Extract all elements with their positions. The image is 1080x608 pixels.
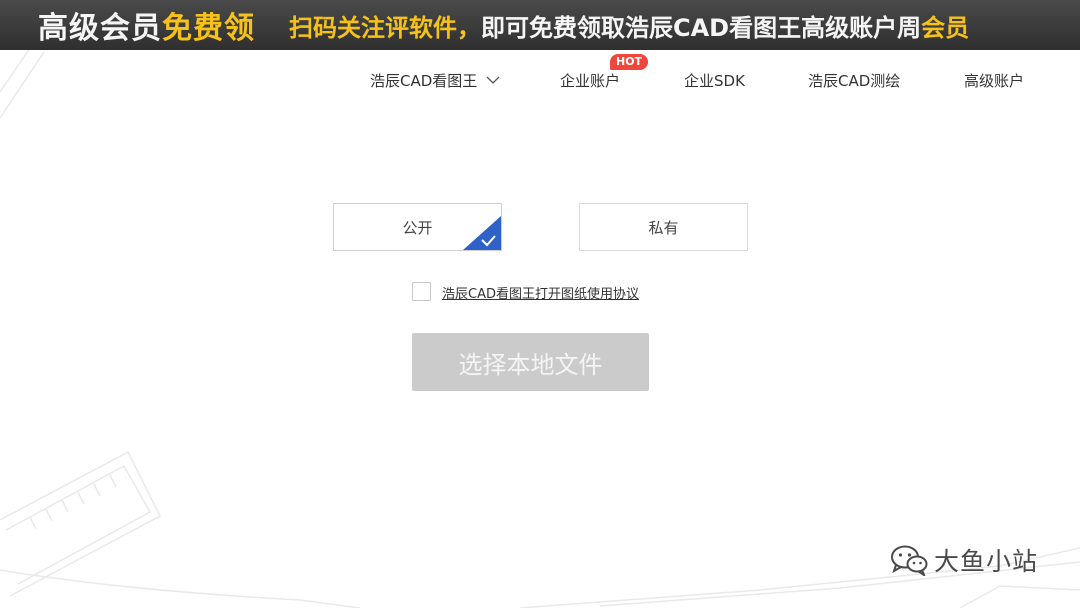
nav-item-survey[interactable]: 浩辰CAD测绘 [808, 70, 900, 91]
banner-title-highlight: 免费领 [162, 11, 255, 46]
nav-item-premium-account[interactable]: 高级账户 [964, 70, 1024, 91]
agreement-link[interactable]: 浩辰CAD看图王打开图纸使用协议 [442, 283, 639, 302]
watermark: 大鱼小站 [890, 540, 1038, 580]
agreement-checkbox[interactable] [412, 282, 431, 301]
chevron-down-icon [486, 76, 500, 84]
nav-item-enterprise-account[interactable]: 企业账户 [560, 70, 620, 91]
public-option-label: 公开 [402, 218, 433, 237]
watermark-text: 大鱼小站 [934, 547, 1039, 576]
private-option-label: 私有 [648, 218, 679, 237]
nav-item-enterprise-sdk[interactable]: 企业SDK [684, 70, 745, 91]
wechat-icon [891, 545, 928, 576]
private-option[interactable]: 私有 [579, 203, 748, 251]
promo-banner[interactable]: 高级会员 免费领 扫码关注评软件， 即可免费领取浩辰CAD看图王高级账户周 会员 [0, 0, 1080, 50]
nav-item-viewer-label: 浩辰CAD看图王 [370, 72, 478, 90]
banner-subtitle: 即可免费领取浩辰CAD看图王高级账户周 [481, 13, 922, 42]
select-local-file-button[interactable]: 选择本地文件 [412, 333, 649, 391]
banner-subtitle-highlight: 扫码关注评软件， [289, 13, 481, 42]
public-option[interactable]: 公开 [333, 203, 502, 251]
checkmark-icon [463, 216, 501, 250]
banner-title: 高级会员 [38, 11, 162, 46]
top-nav: 浩辰CAD看图王 企业账户 企业SDK 浩辰CAD测绘 高级账户 [0, 70, 1080, 96]
hot-badge: HOT [610, 54, 649, 70]
banner-subtitle-end: 会员 [921, 13, 970, 42]
nav-item-viewer[interactable]: 浩辰CAD看图王 [370, 70, 500, 91]
